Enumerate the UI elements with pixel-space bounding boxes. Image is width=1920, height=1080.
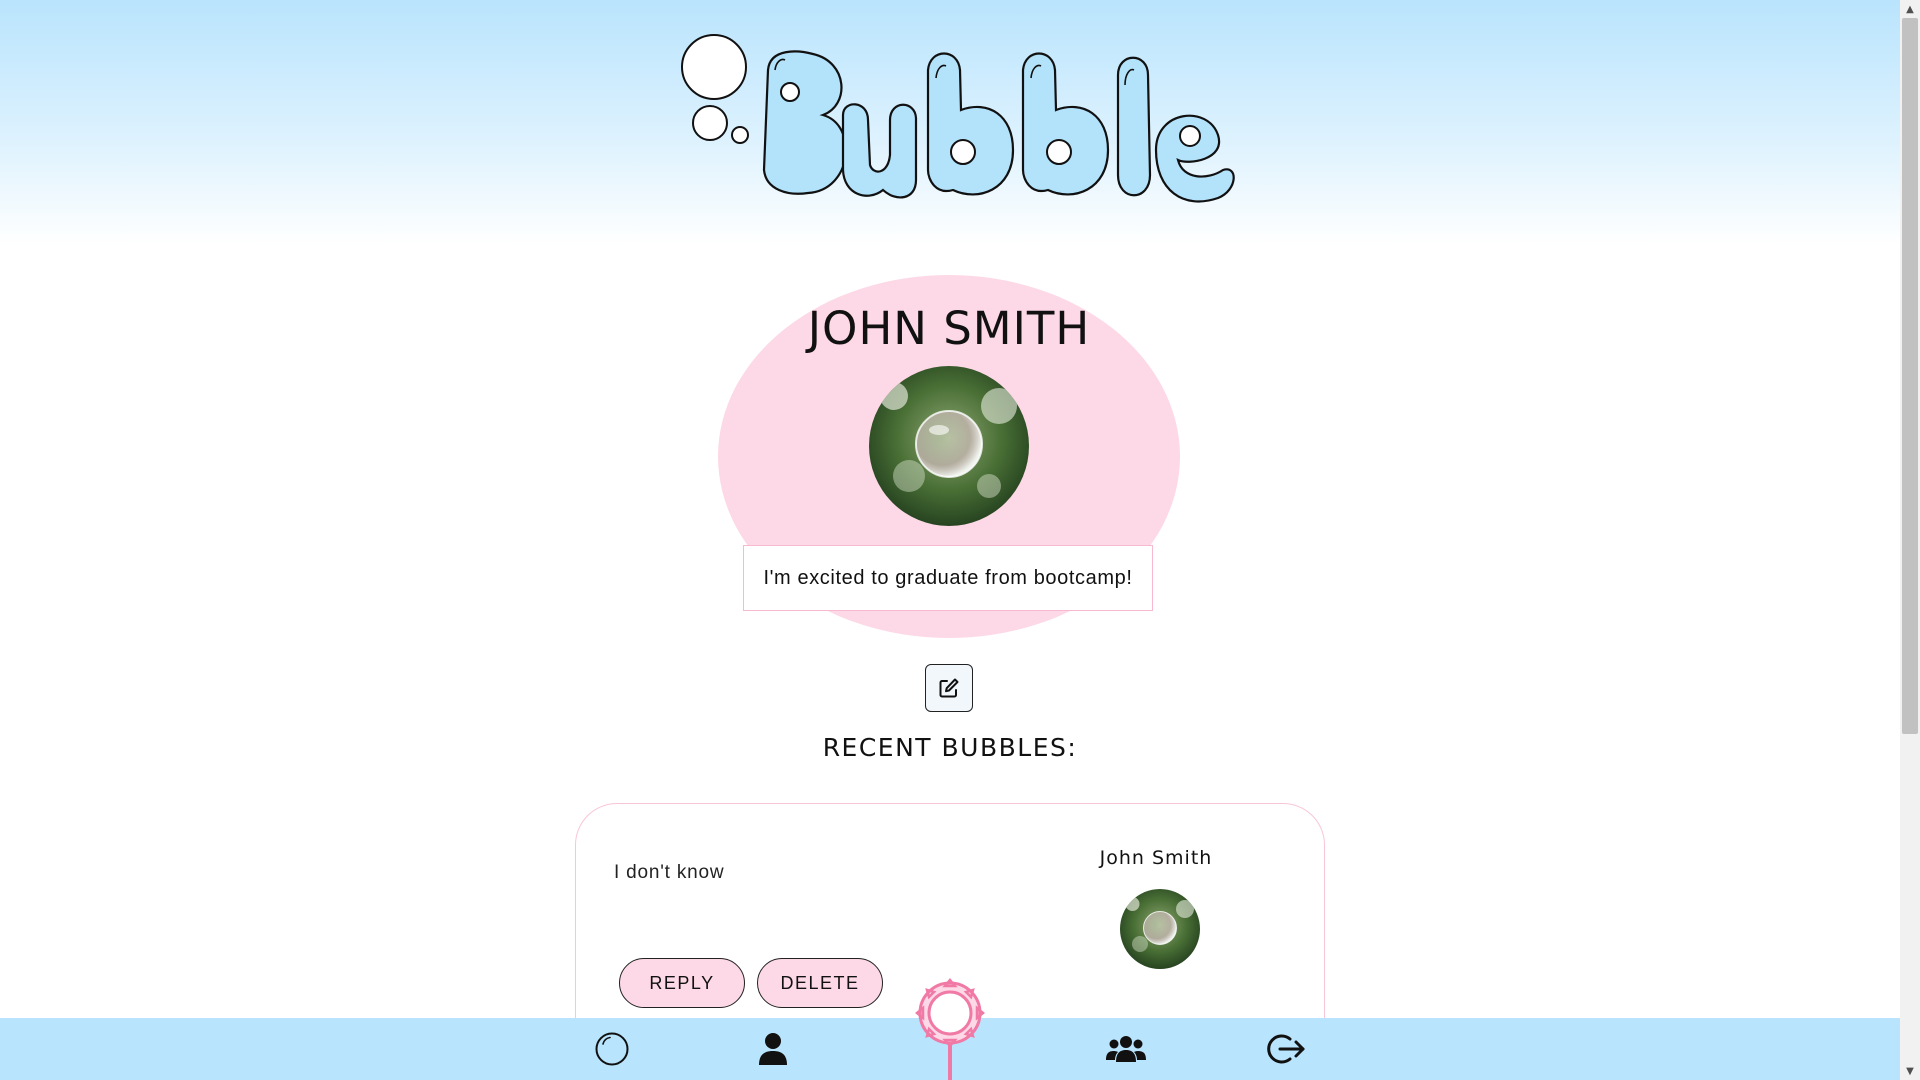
nav-home-button[interactable] bbox=[582, 1018, 642, 1080]
bubble-logo[interactable] bbox=[678, 30, 1238, 205]
nav-logout-button[interactable] bbox=[1256, 1018, 1316, 1080]
delete-button[interactable]: DELETE bbox=[757, 958, 883, 1008]
scroll-down-arrow[interactable]: ▼ bbox=[1900, 1062, 1920, 1080]
user-icon bbox=[759, 1033, 787, 1065]
edit-icon bbox=[939, 678, 959, 698]
group-icon bbox=[1106, 1036, 1146, 1062]
post-author-avatar[interactable] bbox=[1120, 889, 1200, 969]
recent-bubbles-heading: RECENT BUBBLES: bbox=[822, 733, 1078, 762]
nav-profile-button[interactable] bbox=[743, 1018, 803, 1080]
post-author[interactable]: John Smith bbox=[1046, 847, 1266, 869]
bubble-photo-icon bbox=[869, 366, 1029, 526]
bubble-wand-icon[interactable] bbox=[905, 975, 995, 1080]
logout-icon bbox=[1267, 1034, 1305, 1064]
edit-profile-button[interactable] bbox=[925, 664, 973, 712]
bio-text: I'm excited to graduate from bootcamp! bbox=[743, 545, 1153, 611]
profile-avatar bbox=[869, 366, 1029, 526]
bubble-photo-icon bbox=[1120, 889, 1200, 969]
page: JOHN SMITH I'm excited to graduate from … bbox=[0, 0, 1900, 1080]
post-text: I don't know bbox=[614, 862, 725, 883]
bubble-icon bbox=[595, 1032, 629, 1066]
scroll-up-arrow[interactable]: ▲ bbox=[1900, 0, 1920, 18]
nav-friends-button[interactable] bbox=[1096, 1018, 1156, 1080]
reply-button[interactable]: REPLY bbox=[619, 958, 745, 1008]
profile-name: JOHN SMITH bbox=[807, 302, 1091, 355]
scrollbar-thumb[interactable] bbox=[1902, 18, 1918, 734]
